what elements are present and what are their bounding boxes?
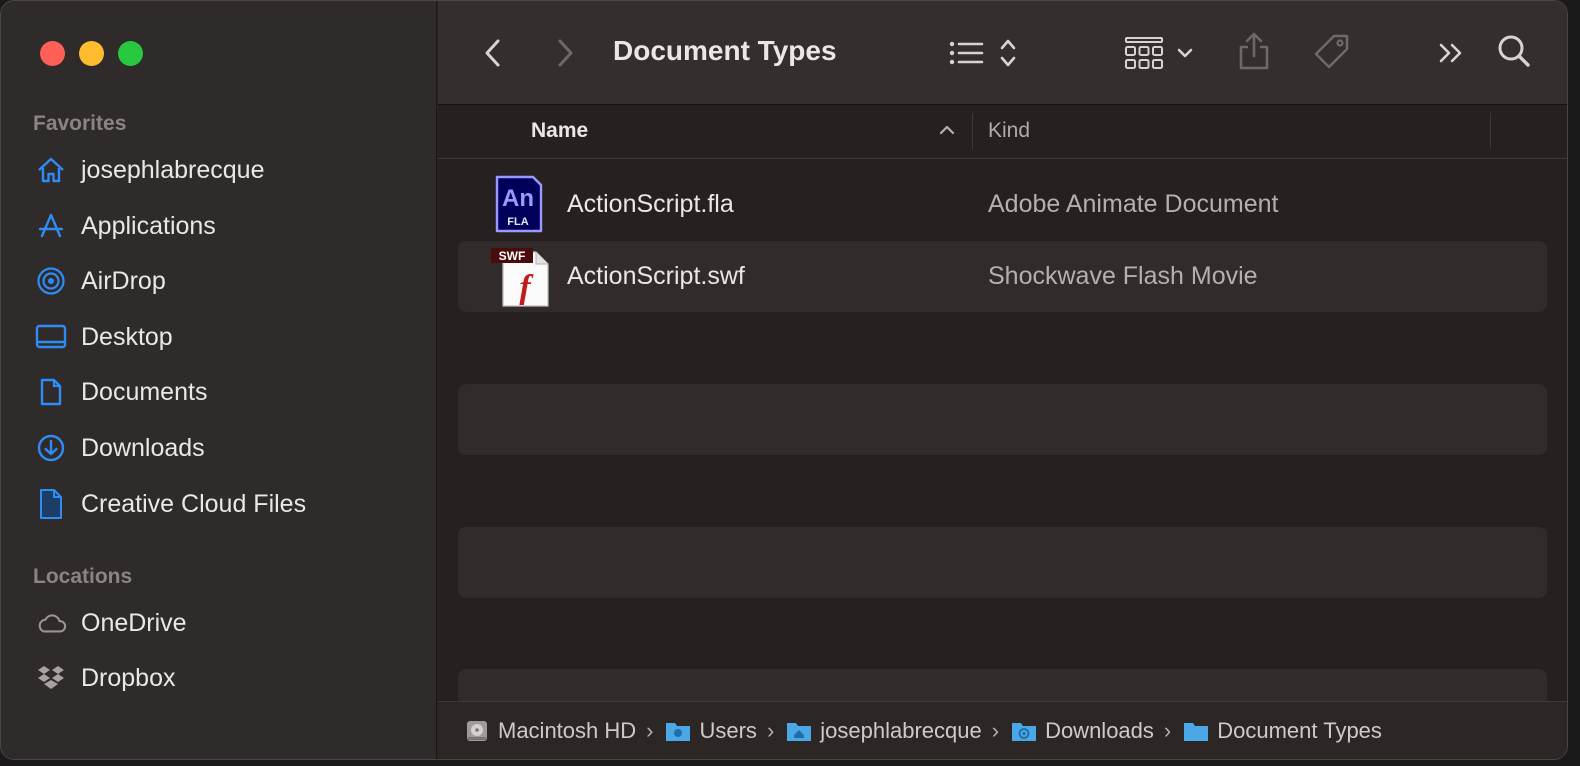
list-header: Name Kind [438,105,1567,159]
path-separator: › [1163,717,1172,743]
path-separator: › [766,717,775,743]
view-options-button[interactable] [944,31,1024,75]
search-icon [1498,35,1530,67]
path-item-label: Document Types [1217,717,1382,743]
sidebar-item-documents[interactable]: Documents [35,372,415,412]
column-header-name[interactable]: Name [531,119,588,143]
grid-icon [1125,37,1193,69]
window-title: Document Types [613,35,837,66]
file-name: ActionScript.swf [567,262,745,290]
sidebar-item-onedrive[interactable]: OneDrive [35,603,415,643]
tag-icon [1314,34,1349,69]
airdrop-icon [35,265,67,297]
path-item-label: Downloads [1045,717,1154,743]
file-kind: Adobe Animate Document [988,190,1279,218]
file-name: ActionScript.fla [567,190,734,218]
sidebar-item-label: Creative Cloud Files [81,489,307,518]
group-button[interactable] [1124,31,1198,75]
flash-icon-text: SWF [499,249,526,263]
search-button[interactable] [1494,31,1534,71]
list-view-icon [949,39,1016,67]
file-icon [35,488,67,520]
finder-window: Favorites josephlabrecque Applications A… [0,0,1568,760]
sidebar-item-label: Desktop [81,322,173,351]
hard-drive-icon [467,720,487,741]
animate-icon-text: An [502,185,534,212]
path-item-macintosh-hd[interactable]: Macintosh HD [464,718,636,744]
cloud-icon [35,607,67,639]
sort-ascending-icon[interactable] [938,123,956,135]
path-item-document-types[interactable]: Document Types [1183,718,1382,744]
path-separator: › [646,717,654,743]
animate-file-icon: An FLA [494,173,544,240]
desktop-icon [35,321,67,353]
sidebar: Favorites josephlabrecque Applications A… [1,1,437,759]
path-separator: › [991,717,1000,743]
table-row[interactable]: An FLA ActionScript.fla Adobe Animate Do… [458,169,1547,240]
share-button[interactable] [1234,27,1274,75]
folder-icon [1184,722,1209,741]
sidebar-item-desktop[interactable]: Desktop [35,317,415,357]
animate-icon-subtext: FLA [507,216,528,228]
empty-row [458,384,1547,455]
folder-icon [666,722,691,741]
path-bar: Macintosh HD › Users › josephlabrecque ›… [438,701,1567,759]
flash-file-icon: SWF f [490,246,550,313]
close-button[interactable] [40,41,65,66]
dropbox-icon [35,662,67,694]
locations-title: Locations [33,565,133,588]
window-controls [40,41,143,66]
column-divider[interactable] [972,113,973,149]
sidebar-item-creative-cloud-files[interactable]: Creative Cloud Files [35,484,415,524]
forward-button[interactable] [548,33,582,73]
sidebar-item-dropbox[interactable]: Dropbox [35,658,415,698]
chevron-right-icon [558,39,573,67]
applications-icon [35,210,67,242]
column-divider[interactable] [1490,113,1491,149]
sidebar-item-downloads[interactable]: Downloads [35,428,415,468]
downloads-folder-icon [1012,722,1037,741]
double-chevron-right-icon [1439,43,1462,63]
downloads-icon [35,432,67,464]
toolbar: Document Types [438,1,1567,105]
file-kind: Shockwave Flash Movie [988,262,1258,290]
share-icon [1239,32,1269,70]
favorites-title: Favorites [33,112,127,135]
sidebar-item-label: OneDrive [81,608,187,637]
sidebar-item-label: josephlabrecque [81,155,265,184]
path-item-downloads[interactable]: Downloads [1011,718,1154,744]
home-icon [35,154,67,186]
column-header-kind[interactable]: Kind [988,119,1030,143]
path-item-label: Users [699,717,757,743]
table-row[interactable]: SWF f ActionScript.swf Shockwave Flash M… [458,241,1547,312]
chevron-left-icon [485,39,500,67]
back-button[interactable] [476,33,510,73]
path-item-home[interactable]: josephlabrecque [786,717,982,744]
sidebar-item-home[interactable]: josephlabrecque [35,150,415,190]
empty-row [458,527,1547,598]
path-item-label: Macintosh HD [498,717,637,743]
home-folder-icon [787,722,812,741]
sidebar-item-label: Dropbox [81,663,176,692]
sidebar-item-airdrop[interactable]: AirDrop [35,261,415,301]
more-toolbar-button[interactable] [1434,35,1470,71]
tags-button[interactable] [1310,29,1354,75]
path-item-users[interactable]: Users [665,717,757,744]
path-item-label: josephlabrecque [820,717,982,743]
minimize-button[interactable] [79,41,104,66]
sidebar-item-applications[interactable]: Applications [35,206,415,246]
sidebar-item-label: Applications [81,211,216,240]
main-pane: Document Types Name Kind An FLA ActionSc… [438,1,1567,759]
document-icon [35,376,67,408]
sidebar-item-label: Documents [81,377,208,406]
sidebar-item-label: AirDrop [81,266,166,295]
sidebar-item-label: Downloads [81,433,205,462]
maximize-button[interactable] [118,41,143,66]
